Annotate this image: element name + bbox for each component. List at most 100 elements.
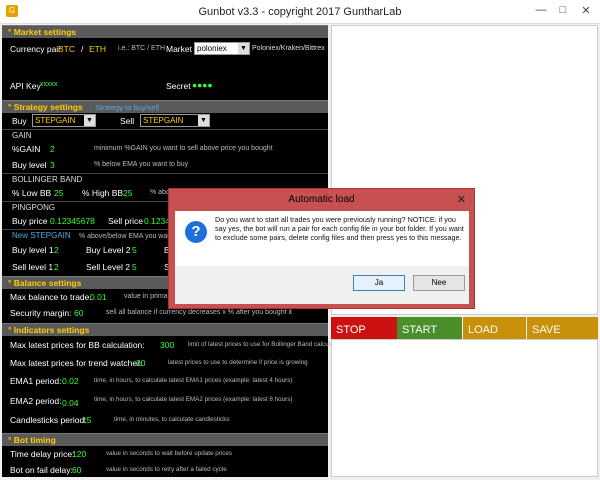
secret-input[interactable]: ●●●● [192, 80, 213, 90]
bot-timing-header: ° Bot timing [2, 433, 328, 446]
pp-buy-input[interactable]: 0.12345678 [50, 216, 95, 226]
trend-label: Max latest prices for trend watcher: [10, 358, 143, 368]
api-key-label: API Key [10, 81, 41, 91]
bollinger-subheader: BOLLINGER BAND [2, 173, 328, 185]
bot-timing-title: Bot timing [13, 435, 56, 445]
market-label: Market [166, 44, 192, 54]
chevron-down-icon: ▼ [238, 43, 249, 54]
fail-delay-hint: value in seconds to retry after a failed… [106, 466, 227, 473]
max-balance-input[interactable]: 0.01 [90, 292, 107, 302]
low-bb-input[interactable]: 25 [54, 188, 63, 198]
bb-calc-label: Max latest prices for BB calculation: [10, 340, 145, 350]
ema2-input[interactable]: 0.04 [62, 398, 79, 408]
buy-level2-label: Buy Level 2 [86, 245, 131, 255]
api-key-row: API Key xxxxx Secret ●●●● [2, 60, 328, 100]
buy-sell-strategy-row: Buy STEPGAIN ▼ Sell STEPGAIN ▼ [2, 113, 328, 129]
candlesticks-hint: time, in minutes, to calculate candlesti… [114, 416, 230, 423]
market-hint: Poloniex/Kraken/Bittrex [252, 45, 325, 52]
gain-subheader: GAIN [2, 129, 328, 141]
secret-label: Secret [166, 81, 191, 91]
fail-delay-input[interactable]: 60 [72, 465, 81, 475]
minimize-button[interactable]: — [531, 4, 551, 16]
buy-level-label: Buy level [12, 160, 47, 170]
sell-strategy-select[interactable]: STEPGAIN ▼ [140, 114, 210, 127]
currency-pair-row: Currency pair BTC / ETH i.e.: BTC / ETH … [2, 38, 328, 60]
pair-base-input[interactable]: BTC [58, 44, 75, 54]
time-delay-label: Time delay price: [10, 449, 75, 459]
dialog-title: Automatic load [288, 194, 355, 205]
maximize-button[interactable]: □ [553, 4, 573, 16]
security-margin-input[interactable]: 60 [74, 308, 83, 318]
security-margin-label: Security margin: [10, 308, 72, 318]
stepgain-hint: % above/below EMA you want to [78, 233, 181, 240]
pair-hint: i.e.: BTC / ETH [118, 45, 166, 52]
max-balance-hint: value in primar [124, 293, 170, 300]
pct-gain-row: %GAIN 2 minimum %GAIN you want to sell a… [2, 141, 328, 157]
buy-level-hint: % below EMA you want to buy [94, 161, 189, 168]
output-panel[interactable] [331, 339, 598, 477]
buy-strategy-select[interactable]: STEPGAIN ▼ [32, 114, 96, 127]
fail-delay-label: Bot on fail delay: [10, 465, 73, 475]
time-delay-input[interactable]: 120 [72, 449, 86, 459]
buy-level-input[interactable]: 3 [50, 160, 55, 170]
trend-hint: latest prices to use to determine if pri… [168, 359, 308, 366]
bb-calc-input[interactable]: 300 [160, 340, 174, 350]
pair-quote-input[interactable]: ETH [89, 44, 106, 54]
yes-button[interactable]: Ja [353, 275, 405, 291]
balance-settings-title: Balance settings [13, 278, 82, 288]
stepgain-title: New STEPGAIN [12, 231, 71, 240]
candlesticks-row: Candlesticks period: 15 time, in minutes… [2, 410, 328, 429]
buy-level2-input[interactable]: 5 [132, 245, 137, 255]
automatic-load-dialog: Automatic load ✕ ? Do you want to start … [168, 188, 475, 309]
ema1-input[interactable]: 0.02 [62, 376, 79, 386]
buy-level1-input[interactable]: 2 [54, 245, 59, 255]
sell-strategy-value: STEPGAIN [143, 116, 184, 125]
currency-pair-label: Currency pair [10, 44, 62, 54]
strategy-settings-header: ° Strategy settings Strategy to buy/sell [2, 100, 328, 113]
market-settings-title: Market settings [13, 27, 77, 37]
security-margin-hint: sell all balance if currency decreases x… [106, 309, 292, 316]
pp-sell-input[interactable]: 0.1234 [144, 216, 170, 226]
trend-row: Max latest prices for trend watcher: 30 … [2, 354, 328, 372]
dialog-message: Do you want to start all trades you were… [215, 215, 464, 242]
sell-level1-input[interactable]: 2 [54, 262, 59, 272]
chevron-down-icon: ▼ [198, 115, 209, 126]
ema1-label: EMA1 period: [10, 376, 62, 386]
sell-level1-label: Sell level 1 [12, 262, 54, 272]
ema1-hint: time, in hours, to calculate latest EMA1… [94, 377, 293, 384]
ema2-label: EMA2 period: [10, 396, 62, 406]
pp-sell-label: Sell price [108, 216, 143, 226]
close-button[interactable]: ✕ [576, 4, 596, 17]
api-key-input[interactable]: xxxxx [40, 81, 58, 88]
start-button[interactable]: START [397, 317, 462, 339]
load-button[interactable]: LOAD [463, 317, 526, 339]
ema2-hint: time, in hours, to calculate latest EMA2… [94, 396, 293, 403]
trend-input[interactable]: 30 [136, 358, 145, 368]
sell-level2-label: Sell Level 2 [86, 262, 130, 272]
question-icon: ? [185, 221, 207, 243]
buy-strategy-value: STEPGAIN [35, 116, 76, 125]
candlesticks-label: Candlesticks period: [10, 415, 87, 425]
candlesticks-input[interactable]: 15 [82, 415, 91, 425]
stop-button[interactable]: STOP [331, 317, 397, 339]
bb-calc-row: Max latest prices for BB calculation: 30… [2, 336, 344, 354]
pct-gain-input[interactable]: 2 [50, 144, 55, 154]
pct-gain-label: %GAIN [12, 144, 41, 154]
strategy-hint: Strategy to buy/sell [95, 103, 159, 112]
high-bb-input[interactable]: 25 [123, 188, 132, 198]
title-bar: G Gunbot v3.3 - copyright 2017 GuntharLa… [0, 0, 600, 24]
fail-delay-row: Bot on fail delay: 60 value in seconds t… [2, 462, 328, 478]
sell-level2-input[interactable]: 5 [132, 262, 137, 272]
window-title: Gunbot v3.3 - copyright 2017 GuntharLab [198, 6, 402, 18]
action-bar: STOP START LOAD SAVE [331, 317, 598, 339]
chevron-down-icon: ▼ [84, 115, 95, 126]
no-button[interactable]: Nee [413, 275, 465, 291]
low-bb-label: % Low BB [12, 188, 52, 198]
ema1-row: EMA1 period: 0.02 time, in hours, to cal… [2, 372, 328, 391]
market-select[interactable]: poloniex ▼ [194, 42, 250, 55]
dialog-close-button[interactable]: ✕ [457, 193, 466, 206]
indicators-settings-header: ° Indicators settings [2, 323, 328, 336]
save-button[interactable]: SAVE [527, 317, 598, 339]
strategy-settings-title: Strategy settings [13, 102, 83, 112]
market-select-value: poloniex [197, 44, 227, 53]
